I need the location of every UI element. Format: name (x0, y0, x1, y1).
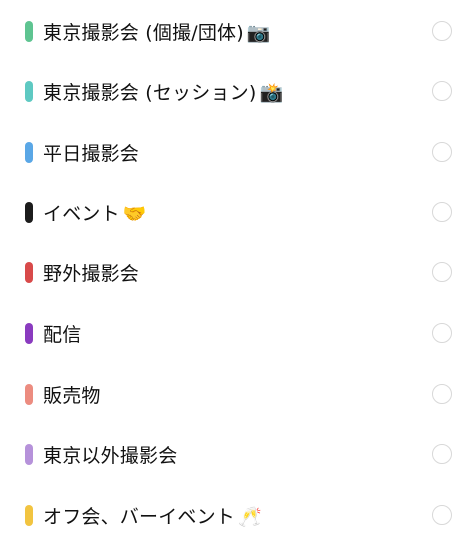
category-color-bar (25, 141, 33, 163)
category-name: オフ会、バーイベント (43, 505, 236, 528)
select-radio[interactable] (432, 21, 452, 41)
category-color-bar (25, 383, 33, 405)
select-radio[interactable] (432, 262, 452, 282)
list-item[interactable]: 東京以外撮影会 (0, 426, 474, 482)
list-item[interactable]: 平日撮影会 (0, 124, 474, 180)
list-item[interactable]: 野外撮影会 (0, 244, 474, 300)
champagne-glasses-icon: 🥂 (238, 505, 262, 528)
camera-icon: 📷 (246, 21, 271, 44)
list-item[interactable]: 東京撮影会 (個撮/団体) 📷 (0, 3, 474, 59)
select-radio[interactable] (432, 444, 452, 464)
category-color-bar (25, 443, 33, 465)
handshake-icon: 🤝 (122, 202, 147, 225)
category-label: 野外撮影会 (43, 259, 139, 286)
category-name: 東京以外撮影会 (43, 444, 178, 467)
category-label: 配信 (43, 320, 81, 347)
camera-flash-icon: 📸 (259, 81, 284, 104)
select-radio[interactable] (432, 505, 452, 525)
list-item[interactable]: 販売物 (0, 366, 474, 422)
category-color-bar (25, 80, 33, 102)
category-name: 東京撮影会 (個撮/団体) (43, 21, 244, 44)
category-label: 販売物 (43, 381, 101, 408)
list-item[interactable]: 配信 (0, 305, 474, 361)
category-name: 販売物 (43, 384, 101, 407)
select-radio[interactable] (432, 384, 452, 404)
category-label: 平日撮影会 (43, 139, 139, 166)
category-color-bar (25, 201, 33, 223)
category-label: 東京以外撮影会 (43, 441, 177, 468)
list-item[interactable]: イベント 🤝 (0, 184, 474, 240)
category-color-bar (25, 322, 33, 344)
select-radio[interactable] (432, 142, 452, 162)
category-label: 東京撮影会 (セッション) 📸 (43, 78, 283, 105)
category-color-bar (25, 504, 33, 526)
category-color-bar (25, 261, 33, 283)
select-radio[interactable] (432, 323, 452, 343)
category-name: 野外撮影会 (43, 262, 140, 285)
select-radio[interactable] (432, 202, 452, 222)
select-radio[interactable] (432, 81, 452, 101)
category-name: 配信 (43, 323, 82, 346)
category-label: 東京撮影会 (個撮/団体) 📷 (43, 18, 271, 45)
list-item[interactable]: オフ会、バーイベント 🥂 (0, 487, 474, 543)
category-color-bar (25, 20, 33, 42)
category-name: 平日撮影会 (43, 142, 140, 165)
category-label: オフ会、バーイベント 🥂 (43, 502, 262, 529)
category-list: 東京撮影会 (個撮/団体) 📷 東京撮影会 (セッション) 📸 平日撮影会 イベント… (0, 0, 474, 541)
category-label: イベント 🤝 (43, 199, 147, 226)
category-name: 東京撮影会 (セッション) (43, 81, 257, 104)
list-item[interactable]: 東京撮影会 (セッション) 📸 (0, 63, 474, 119)
category-name: イベント (43, 202, 120, 225)
